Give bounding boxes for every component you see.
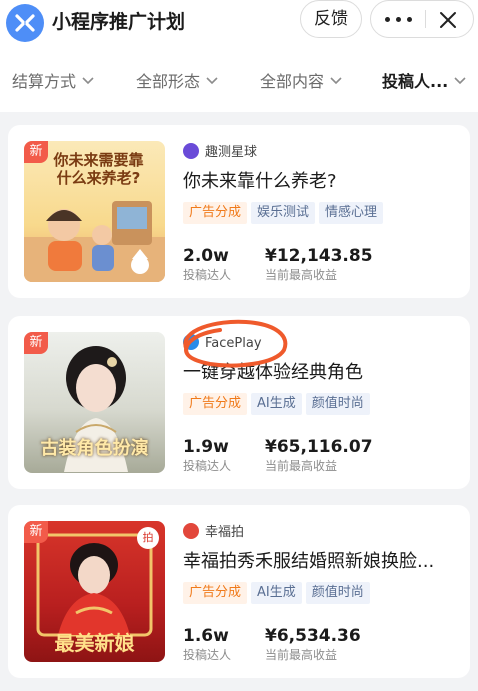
- tag: AI生成: [251, 393, 302, 415]
- miniapp-capsule: [370, 0, 474, 38]
- filter-label: 全部形态: [136, 72, 201, 91]
- contributors-label: 投稿达人: [183, 648, 232, 662]
- new-badge: 新: [24, 332, 48, 354]
- header-bar: 小程序推广计划 反馈: [0, 0, 478, 52]
- source-label: 趣测星球: [183, 143, 257, 163]
- filter-label: 结算方式: [12, 72, 77, 91]
- brand-badge: 拍: [137, 527, 159, 549]
- filter-label: 全部内容: [260, 72, 325, 91]
- thumbnail-caption: 你未来需要靠什么来养老?: [53, 151, 144, 187]
- chevron-down-icon: [206, 77, 218, 85]
- tag-list: 广告分成 娱乐测试 情感心理: [183, 201, 387, 224]
- filter-label: 投稿人...: [382, 72, 449, 91]
- chevron-down-icon: [82, 77, 94, 85]
- promo-card[interactable]: 新 古装角色扮演 FacePlay 一键穿越体验经典角色 广告分成 AI生成 颜值时…: [8, 316, 470, 489]
- tag-list: 广告分成 AI生成 颜值时尚: [183, 392, 374, 415]
- xingfupai-logo-icon: [183, 523, 199, 539]
- contributors-label: 投稿达人: [183, 268, 232, 282]
- earnings-value: ¥6,534.36: [265, 626, 361, 646]
- source-name: 幸福拍: [205, 525, 245, 540]
- app-logo-icon: [6, 4, 44, 42]
- earnings-label: 当前最高收益: [265, 648, 338, 662]
- promo-card[interactable]: 新 拍 最美新娘 幸福拍 幸福拍秀禾服结婚照新娘换脸... 广告分成 AI生成 颜值…: [8, 505, 470, 678]
- card-thumbnail: 新 拍 最美新娘: [24, 521, 165, 662]
- filter-bar: 结算方式 全部形态 全部内容 投稿人...: [0, 52, 478, 112]
- app-title: 小程序推广计划: [52, 11, 186, 33]
- contributors-count: 1.9w: [183, 437, 229, 457]
- tag-list: 广告分成 AI生成 颜值时尚: [183, 581, 374, 604]
- card-thumbnail: 新 你未来需要靠什么来养老?: [24, 141, 165, 282]
- chevron-down-icon: [454, 77, 466, 85]
- earnings-value: ¥12,143.85: [265, 246, 373, 266]
- new-badge: 新: [24, 521, 48, 543]
- card-title: 幸福拍秀禾服结婚照新娘换脸...: [183, 551, 435, 572]
- card-title: 你未来靠什么养老?: [183, 171, 337, 192]
- chevron-down-icon: [330, 77, 342, 85]
- tag: 娱乐测试: [251, 202, 316, 224]
- tag: 颜值时尚: [305, 393, 370, 415]
- source-label: 幸福拍: [183, 523, 244, 543]
- more-dots-icon[interactable]: [385, 1, 415, 37]
- earnings-label: 当前最高收益: [265, 268, 338, 282]
- filter-form[interactable]: 全部形态: [136, 70, 218, 94]
- earnings-value: ¥65,116.07: [265, 437, 373, 457]
- contributors-count: 1.6w: [183, 626, 229, 646]
- close-icon[interactable]: [437, 8, 459, 30]
- planet-icon: [183, 143, 199, 159]
- filter-contributors[interactable]: 投稿人...: [382, 70, 466, 94]
- card-thumbnail: 新 古装角色扮演: [24, 332, 165, 473]
- tag: 情感心理: [319, 202, 384, 224]
- thumbnail-caption: 古装角色扮演: [40, 438, 149, 459]
- tag: 广告分成: [183, 202, 248, 224]
- tag: 广告分成: [183, 582, 248, 604]
- tag: AI生成: [251, 582, 302, 604]
- filter-content[interactable]: 全部内容: [260, 70, 342, 94]
- capsule-divider: [425, 10, 426, 28]
- tag: 广告分成: [183, 393, 248, 415]
- tag: 颜值时尚: [305, 582, 370, 604]
- contributors-label: 投稿达人: [183, 459, 232, 473]
- promo-card[interactable]: 新 你未来需要靠什么来养老? 趣测星球 你未来靠什么养老? 广告分成 娱乐测试 情感…: [8, 125, 470, 298]
- hand-drawn-circle-annotation: [183, 319, 288, 368]
- thumbnail-caption: 最美新娘: [54, 631, 135, 655]
- earnings-label: 当前最高收益: [265, 459, 338, 473]
- filter-settlement[interactable]: 结算方式: [12, 70, 94, 94]
- contributors-count: 2.0w: [183, 246, 229, 266]
- source-name: 趣测星球: [205, 145, 258, 160]
- feedback-button[interactable]: 反馈: [300, 0, 362, 38]
